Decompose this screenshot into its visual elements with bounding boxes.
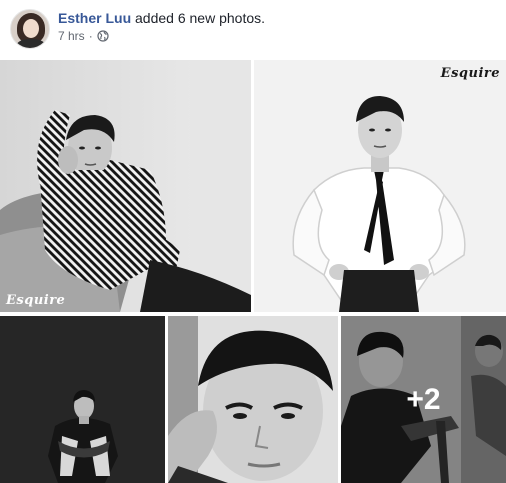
photo-1[interactable]: Esquire — [0, 60, 251, 312]
photo-5[interactable]: +2 — [341, 316, 506, 483]
post-timestamp[interactable]: 7 hrs — [58, 28, 85, 44]
post-meta: 7 hrs · — [58, 28, 109, 44]
more-photos-count: +2 — [406, 382, 441, 416]
photo-3[interactable] — [0, 316, 165, 483]
esquire-watermark: Esquire — [440, 66, 500, 81]
globe-icon[interactable] — [97, 30, 109, 42]
photo-1-image — [0, 60, 251, 312]
post-title: Esther Luu added 6 new photos. — [58, 9, 265, 27]
avatar[interactable] — [10, 9, 50, 49]
photo-3-image — [0, 316, 165, 483]
photo-2[interactable]: Esquire — [254, 60, 506, 312]
more-photos-overlay[interactable]: +2 — [341, 316, 506, 483]
esquire-watermark: Esquire — [6, 293, 66, 308]
photo-4-image — [168, 316, 338, 483]
photo-4[interactable] — [168, 316, 338, 483]
post-header: Esther Luu added 6 new photos. 7 hrs · — [0, 0, 506, 58]
meta-separator: · — [88, 29, 93, 43]
post-action-text: added 6 new photos. — [135, 10, 266, 26]
photo-2-image — [254, 60, 506, 312]
author-name-link[interactable]: Esther Luu — [58, 10, 131, 26]
